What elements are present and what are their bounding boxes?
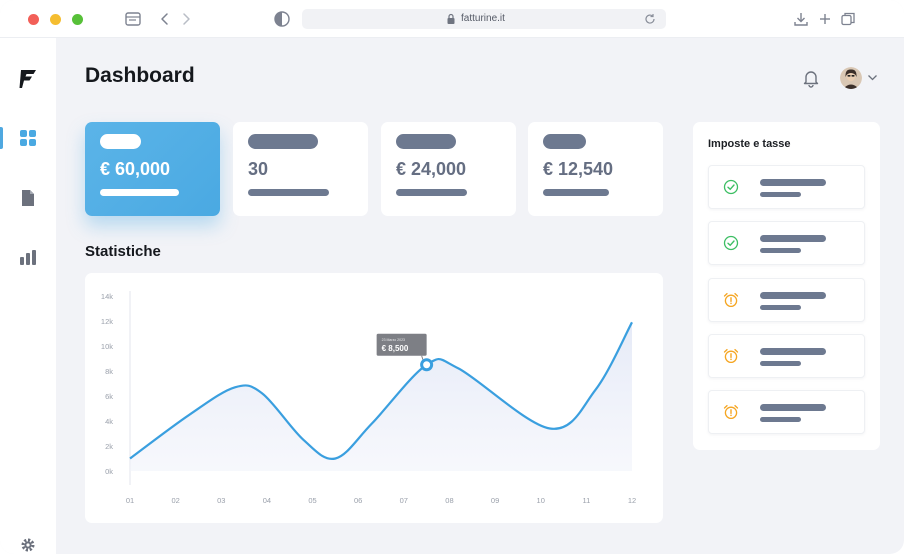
stat-caption-placeholder [100,189,179,196]
x-tick-label: 06 [354,496,362,505]
stat-label-placeholder [396,134,456,149]
chevron-down-icon[interactable] [867,73,878,82]
contrast-icon[interactable] [273,10,291,28]
stat-label-placeholder [100,134,141,149]
tooltip-date: 23 Marzo 2023 [382,338,405,342]
forward-arrow-icon[interactable] [177,10,195,28]
stat-card-amount[interactable]: € 24,000 [381,122,516,216]
y-tick-label: 0k [105,467,113,476]
stat-card-amount-secondary[interactable]: € 12,540 [528,122,663,216]
dashboard-grid-icon[interactable] [18,128,38,148]
tax-subtitle-placeholder [760,192,801,197]
alarm-clock-icon [723,292,739,308]
app-window: fatturine.it Dashboard € 60,000 30 € 24,… [0,0,904,554]
bar-chart-icon[interactable] [18,247,38,267]
gear-icon[interactable] [20,537,36,553]
stat-card-count[interactable]: 30 [233,122,368,216]
page-title: Dashboard [85,64,195,87]
document-icon[interactable] [18,188,38,208]
y-tick-label: 6k [105,392,113,401]
check-circle-icon [723,235,739,251]
alarm-clock-icon [723,404,739,420]
stat-label-placeholder [248,134,318,149]
y-tick-label: 14k [101,292,113,301]
x-tick-label: 02 [171,496,179,505]
app-logo[interactable] [18,68,38,90]
new-tab-icon[interactable] [816,10,834,28]
tax-item[interactable] [708,390,865,434]
stat-caption-placeholder [396,189,467,196]
y-tick-label: 10k [101,342,113,351]
stat-value: € 24,000 [396,159,467,179]
y-tick-label: 2k [105,442,113,451]
x-axis-ticks: 01 02 03 04 05 06 07 08 09 10 11 12 [126,496,636,505]
x-tick-label: 09 [491,496,499,505]
stat-value: € 12,540 [543,159,614,179]
stat-value: € 60,000 [100,159,171,179]
tax-subtitle-placeholder [760,305,801,310]
taxes-title: Imposte e tasse [708,138,791,150]
tooltip-value: € 8,500 [382,344,409,353]
reload-icon[interactable] [644,13,656,25]
chart-tooltip: 23 Marzo 2023 € 8,500 [376,333,427,362]
active-indicator [0,127,3,149]
x-tick-label: 05 [308,496,316,505]
stat-card-total[interactable]: € 60,000 [85,122,220,216]
stat-value: 30 [248,159,269,179]
tax-subtitle-placeholder [760,248,801,253]
stat-caption-placeholder [543,189,609,196]
user-avatar[interactable] [840,67,862,89]
tax-title-placeholder [760,179,826,186]
sidebar [0,38,56,554]
y-tick-label: 4k [105,417,113,426]
tax-title-placeholder [760,292,826,299]
tax-item[interactable] [708,278,865,322]
tax-title-placeholder [760,235,826,242]
alarm-clock-icon [723,348,739,364]
sidebar-toggle-icon[interactable] [124,10,142,28]
highlight-point[interactable] [420,358,434,372]
x-tick-label: 07 [400,496,408,505]
back-arrow-icon[interactable] [156,10,174,28]
tax-item[interactable] [708,334,865,378]
statistics-title: Statistiche [85,243,161,260]
tax-item[interactable] [708,165,865,209]
close-window-button[interactable] [28,14,39,25]
lock-icon [447,13,455,24]
x-tick-label: 10 [537,496,545,505]
tax-item[interactable] [708,221,865,265]
statistics-chart-card: 0k 2k 4k 6k 8k 10k 12k 14k 01 02 03 04 05 06 07 08 09 10… [85,273,663,523]
x-tick-label: 08 [445,496,453,505]
bell-icon[interactable] [801,68,821,88]
tax-title-placeholder [760,348,826,355]
y-axis-ticks: 0k 2k 4k 6k 8k 10k 12k 14k [101,292,113,476]
statistics-chart[interactable]: 0k 2k 4k 6k 8k 10k 12k 14k 01 02 03 04 05 06 07 08 09 10… [85,273,663,523]
x-tick-label: 12 [628,496,636,505]
address-bar[interactable]: fatturine.it [302,9,666,29]
download-icon[interactable] [792,10,810,28]
tabs-overview-icon[interactable] [839,10,857,28]
y-tick-label: 8k [105,367,113,376]
stat-label-placeholder [543,134,586,149]
stat-caption-placeholder [248,189,329,196]
minimize-window-button[interactable] [50,14,61,25]
x-tick-label: 03 [217,496,225,505]
browser-toolbar: fatturine.it [0,0,904,38]
x-tick-label: 01 [126,496,134,505]
tax-subtitle-placeholder [760,361,801,366]
tax-title-placeholder [760,404,826,411]
x-tick-label: 04 [263,496,271,505]
url-text: fatturine.it [461,13,505,24]
x-tick-label: 11 [582,496,590,505]
maximize-window-button[interactable] [72,14,83,25]
y-tick-label: 12k [101,317,113,326]
taxes-panel: Imposte e tasse [693,122,880,450]
tax-subtitle-placeholder [760,417,801,422]
check-circle-icon [723,179,739,195]
